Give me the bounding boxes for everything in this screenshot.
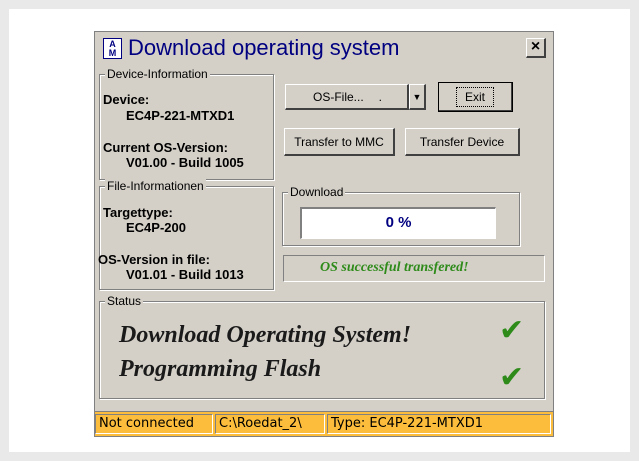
download-message-box: OS successful transfered! — [283, 255, 545, 282]
device-value: EC4P-221-MTXD1 — [126, 108, 235, 123]
current-os-version-value: V01.00 - Build 1005 — [126, 155, 244, 170]
status-legend: Status — [105, 294, 144, 308]
status-bar: Not connected C:\Roedat_2\ Type: EC4P-22… — [95, 411, 553, 436]
title-bar: AM Download operating system × — [99, 35, 549, 63]
download-os-dialog: AM Download operating system × Device-In… — [94, 31, 554, 437]
app-icon: AM — [103, 38, 122, 59]
os-file-dropdown-button[interactable]: ▼ — [409, 84, 426, 110]
connection-status: Not connected — [95, 414, 213, 434]
targettype-value: EC4P-200 — [126, 220, 186, 235]
chevron-down-icon: ▼ — [412, 91, 422, 102]
os-file-dot: . — [378, 89, 383, 104]
os-version-in-file-value: V01.01 - Build 1013 — [126, 267, 244, 282]
exit-button[interactable]: Exit — [438, 82, 513, 112]
status-line-programming: Programming Flash — [119, 356, 322, 382]
file-informationen-legend: File-Informationen — [105, 179, 206, 193]
os-version-in-file-label: OS-Version in file: — [98, 252, 210, 267]
checkmark-icon: ✔ — [499, 313, 525, 348]
device-label: Device: — [103, 92, 150, 107]
status-group: Status — [99, 294, 545, 399]
targettype-label: Targettype: — [103, 205, 173, 220]
device-type: Type: EC4P-221-MTXD1 — [327, 414, 551, 434]
download-message: OS successful transfered! — [320, 260, 469, 275]
device-information-legend: Device-Information — [105, 67, 210, 81]
file-path: C:\Roedat_2\ — [215, 414, 325, 434]
os-file-button[interactable]: OS-File... . — [285, 84, 409, 110]
os-file-label: OS-File... — [313, 89, 364, 104]
window-title: Download operating system — [128, 35, 400, 60]
transfer-to-mmc-button[interactable]: Transfer to MMC — [284, 128, 395, 156]
transfer-device-button[interactable]: Transfer Device — [405, 128, 520, 156]
download-progress: 0 % — [300, 207, 496, 239]
close-button[interactable]: × — [526, 38, 546, 58]
exit-label: Exit — [455, 86, 494, 107]
status-line-download: Download Operating System! — [119, 322, 412, 348]
current-os-version-label: Current OS-Version: — [103, 140, 228, 155]
checkmark-icon: ✔ — [499, 360, 525, 395]
download-legend: Download — [288, 185, 346, 199]
